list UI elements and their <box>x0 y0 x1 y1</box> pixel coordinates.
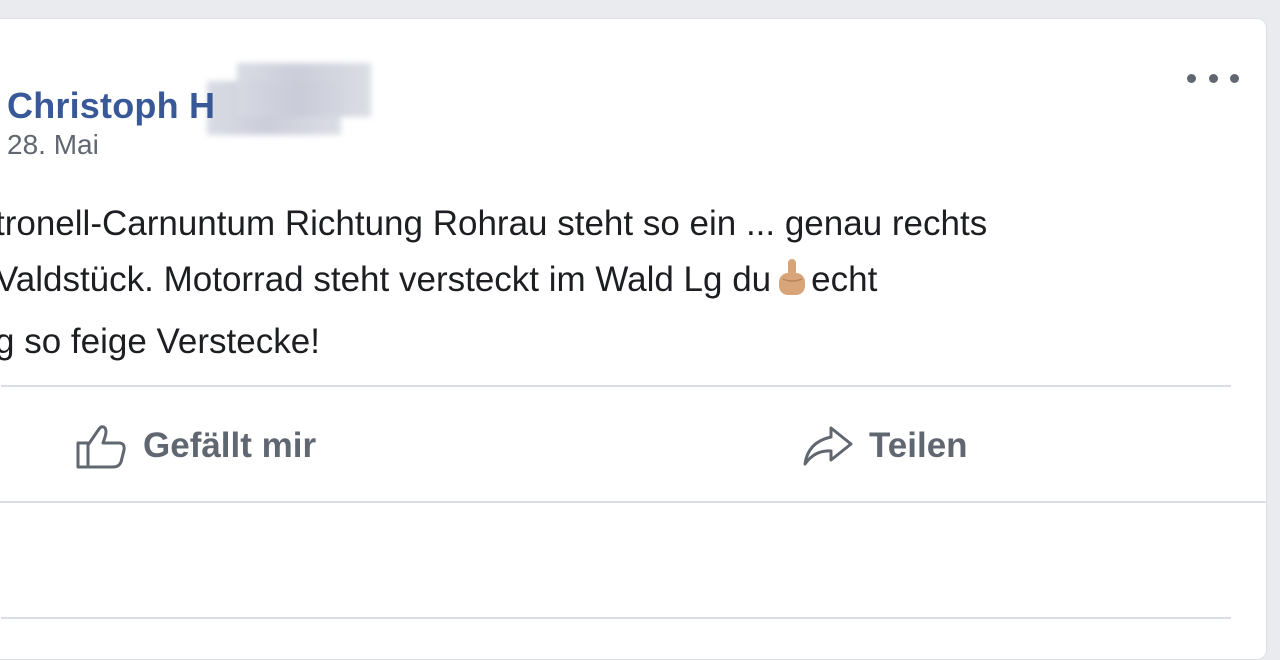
comments-divider <box>1 617 1231 619</box>
post-text-line-3: g so feige Verstecke! <box>0 314 987 370</box>
post-text-line-2-tail: echt <box>811 260 878 299</box>
share-arrow-icon <box>801 424 855 468</box>
post-text-line-3-body: so feige Verstecke! <box>24 322 320 361</box>
like-button[interactable]: Gefällt mir <box>75 419 316 473</box>
actions-top-divider <box>1 385 1231 387</box>
post-date[interactable]: 28. Mai <box>7 129 99 161</box>
thumbs-up-icon <box>75 423 129 469</box>
post-card: Christoph H 28. Mai tronell-Carnuntum Ri… <box>0 18 1267 660</box>
share-button-label: Teilen <box>869 426 968 465</box>
actions-bottom-divider <box>0 501 1266 503</box>
post-text-line-3-prefix: g <box>0 322 15 361</box>
more-options-icon[interactable] <box>1187 65 1239 91</box>
post-text: tronell-Carnuntum Richtung Rohrau steht … <box>0 196 987 370</box>
share-button[interactable]: Teilen <box>801 419 968 473</box>
post-text-line-2: Valdstück. Motorrad steht versteckt im W… <box>0 252 987 314</box>
like-button-label: Gefällt mir <box>143 426 317 465</box>
post-author-name[interactable]: Christoph H <box>7 85 215 127</box>
post-text-line-1: tronell-Carnuntum Richtung Rohrau steht … <box>0 204 988 243</box>
middle-finger-emoji-icon <box>775 257 809 314</box>
post-text-line-2-prefix: V <box>0 260 16 299</box>
post-text-line-2-body: aldstück. Motorrad steht versteckt im Wa… <box>15 260 772 299</box>
name-redaction-blur-overlay <box>237 63 371 117</box>
